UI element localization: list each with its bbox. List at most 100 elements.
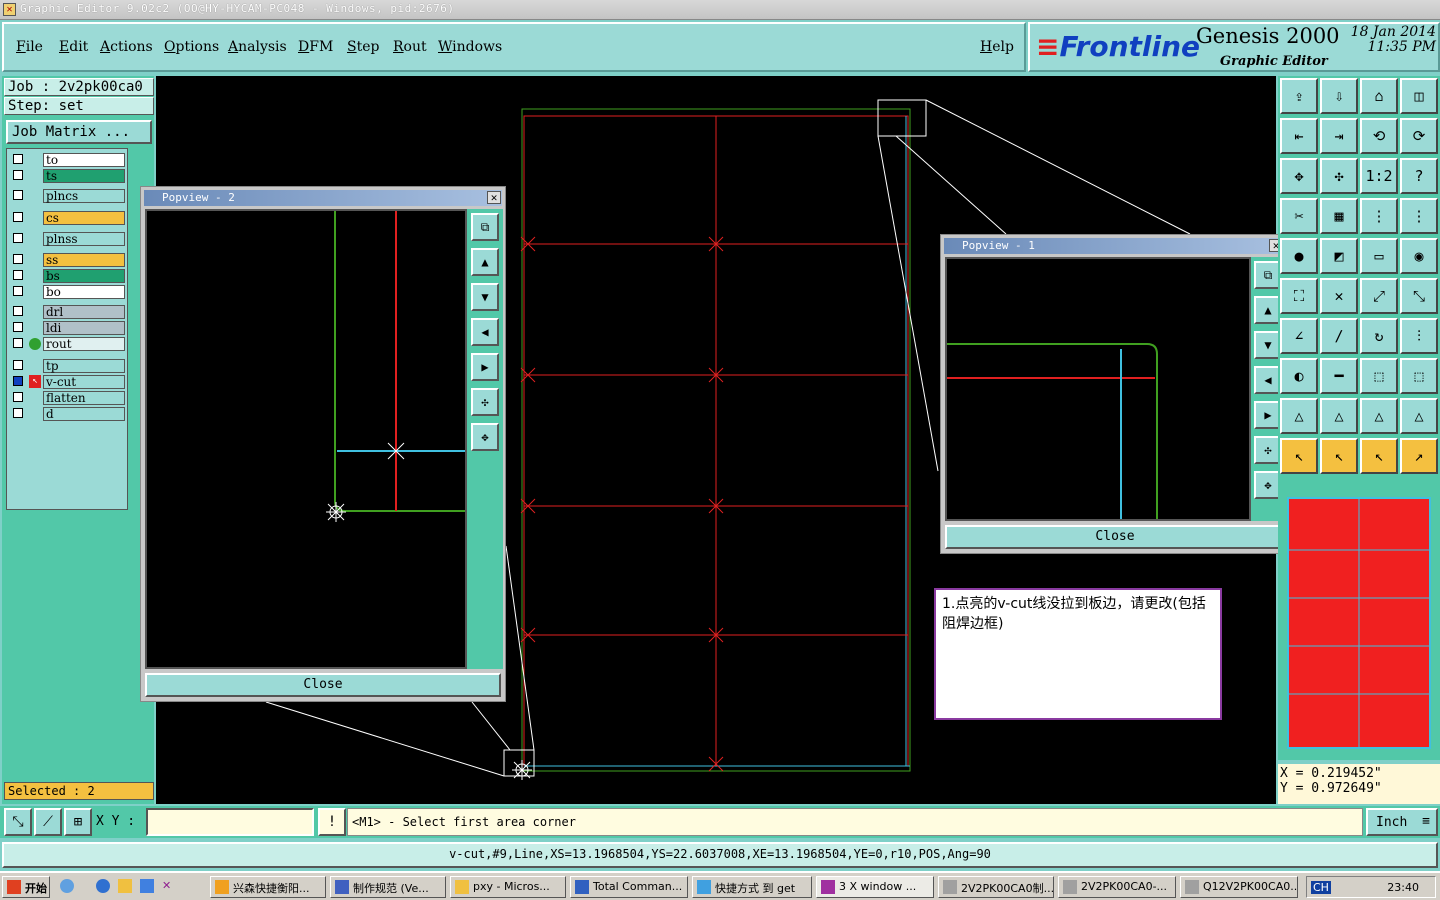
window-icon[interactable]: ◫ xyxy=(1400,78,1438,114)
menu-rout[interactable]: Rout xyxy=(393,39,427,55)
popview-1-window[interactable]: Popview - 1 ✕ ⧉ ▲ ▼ ◀ ▶ ✣ ✥ Close xyxy=(940,234,1288,554)
select-c-icon[interactable]: ↖ xyxy=(1360,438,1398,474)
taskbar-task[interactable]: 兴森快捷衡阳... xyxy=(210,876,326,898)
save-icon[interactable]: ⇩ xyxy=(1320,78,1358,114)
layer-checkbox[interactable] xyxy=(13,322,23,332)
route-icon[interactable]: ↗ xyxy=(1400,438,1438,474)
clock-app-icon[interactable] xyxy=(118,879,132,893)
ruler-icon[interactable]: ▭ xyxy=(1360,238,1398,274)
snap-icon[interactable]: ◐ xyxy=(1280,358,1318,394)
overview-panel[interactable] xyxy=(1278,490,1440,760)
measure-icon[interactable]: ⟋ xyxy=(34,808,62,836)
load-icon[interactable]: ⇪ xyxy=(1280,78,1318,114)
app-icon-2[interactable] xyxy=(140,879,154,893)
taskbar-task[interactable]: 快捷方式 到 get xyxy=(692,876,812,898)
layer-checkbox[interactable] xyxy=(13,338,23,348)
next-icon[interactable]: ⇥ xyxy=(1320,118,1358,154)
menu-dfm[interactable]: DFM xyxy=(298,39,333,55)
tri-a-icon[interactable]: △ xyxy=(1280,398,1318,434)
taskbar-task[interactable]: 2V2PK00CA0-... xyxy=(1058,876,1176,898)
layer-checkbox[interactable] xyxy=(13,392,23,402)
pv2-pan-up-icon[interactable]: ▲ xyxy=(471,248,499,276)
angle-icon[interactable]: ∠ xyxy=(1280,318,1318,354)
redo-icon[interactable]: ⟳ xyxy=(1400,118,1438,154)
layer-row-ss[interactable]: ss xyxy=(9,253,127,267)
popview-2-close-icon[interactable]: ✕ xyxy=(487,191,501,204)
layer-checkbox[interactable] xyxy=(13,306,23,316)
layer-name[interactable]: plncs xyxy=(43,189,125,203)
pv2-zoom-fit-icon[interactable]: ⧉ xyxy=(471,213,499,241)
layer-name[interactable]: ss xyxy=(43,253,125,267)
layer-name[interactable]: rout xyxy=(43,337,125,351)
copy-icon[interactable]: ⤡ xyxy=(1400,278,1438,314)
start-button[interactable]: 开始 xyxy=(2,876,50,898)
cross-icon[interactable]: ✕ xyxy=(1320,278,1358,314)
layer-row-d[interactable]: d xyxy=(9,407,127,421)
layer-row-plncs[interactable]: plncs xyxy=(9,189,127,203)
taskbar-task[interactable]: 2V2PK00CA0制... xyxy=(938,876,1054,898)
layer-name[interactable]: cs xyxy=(43,211,125,225)
dot-icon[interactable]: ◉ xyxy=(1400,238,1438,274)
ie-icon[interactable] xyxy=(96,879,110,893)
taskbar-task[interactable]: 制作规范 (Ve... xyxy=(330,876,446,898)
menu-file[interactable]: File xyxy=(16,39,43,55)
pv2-zoom-out-icon[interactable]: ✥ xyxy=(471,423,499,451)
help-icon[interactable]: ? xyxy=(1400,158,1438,194)
lang-indicator[interactable]: CH xyxy=(1311,881,1331,894)
layer-name[interactable]: ldi xyxy=(43,321,125,335)
layer-row-flatten[interactable]: flatten xyxy=(9,391,127,405)
layer-checkbox[interactable] xyxy=(13,190,23,200)
layer-name[interactable]: plnss xyxy=(43,232,125,246)
layer-checkbox[interactable] xyxy=(13,286,23,296)
menu-actions[interactable]: Actions xyxy=(100,39,153,55)
layer-name[interactable]: d xyxy=(43,407,125,421)
taskbar-task[interactable]: Total Comman... xyxy=(570,876,688,898)
connect-icon[interactable]: ⛶ xyxy=(1280,278,1318,314)
feature-icon[interactable]: ◩ xyxy=(1320,238,1358,274)
taskbar-task[interactable]: Q12V2PK00CA0... xyxy=(1180,876,1298,898)
grid-icon[interactable]: ⊞ xyxy=(64,808,92,836)
prev-icon[interactable]: ⇤ xyxy=(1280,118,1318,154)
scale-icon[interactable]: 1:2 xyxy=(1360,158,1398,194)
layer-checkbox[interactable] xyxy=(13,270,23,280)
tri-d-icon[interactable]: △ xyxy=(1400,398,1438,434)
pad-icon[interactable]: ● xyxy=(1280,238,1318,274)
home-icon[interactable]: ⌂ xyxy=(1360,78,1398,114)
layer-checkbox[interactable] xyxy=(13,254,23,264)
layer-row-cs[interactable]: cs xyxy=(9,211,127,225)
tri-b-icon[interactable]: △ xyxy=(1320,398,1358,434)
pv2-pan-down-icon[interactable]: ▼ xyxy=(471,283,499,311)
popview-1-close-button[interactable]: Close xyxy=(945,525,1285,549)
layer-checkbox[interactable] xyxy=(13,408,23,418)
layer-checkbox[interactable] xyxy=(13,233,23,243)
layer-checkbox[interactable] xyxy=(13,212,23,222)
select-b-icon[interactable]: ↖ xyxy=(1320,438,1358,474)
popview-1-view[interactable] xyxy=(945,257,1251,521)
unit-selector[interactable]: Inch ≡ xyxy=(1366,808,1438,836)
layer-name[interactable]: bo xyxy=(43,285,125,299)
layer-a-icon[interactable]: ⋮ xyxy=(1360,198,1398,234)
menu-step[interactable]: Step xyxy=(347,39,379,55)
layer-row-rout[interactable]: rout xyxy=(9,337,127,351)
xy-input[interactable] xyxy=(146,808,314,836)
layer-b-icon[interactable]: ⋮ xyxy=(1400,198,1438,234)
grid-toggle-icon[interactable]: ▦ xyxy=(1320,198,1358,234)
menu-options[interactable]: Options xyxy=(164,39,219,55)
job-matrix-button[interactable]: Job Matrix ... xyxy=(6,120,152,144)
pv2-pan-right-icon[interactable]: ▶ xyxy=(471,353,499,381)
snap-mode-icon[interactable]: ⤡ xyxy=(4,808,32,836)
zoom-home-icon[interactable]: ✣ xyxy=(1320,158,1358,194)
line-icon[interactable]: ∕ xyxy=(1320,318,1358,354)
pv2-pan-left-icon[interactable]: ◀ xyxy=(471,318,499,346)
cut-icon[interactable]: ✂ xyxy=(1280,198,1318,234)
menu-analysis[interactable]: Analysis xyxy=(228,39,287,55)
layer-name[interactable]: v-cut xyxy=(43,375,125,389)
zoom-fit-icon[interactable]: ✥ xyxy=(1280,158,1318,194)
layer-row-to[interactable]: to xyxy=(9,153,127,167)
layer-row-ts[interactable]: ts xyxy=(9,169,127,183)
layer-name[interactable]: tp xyxy=(43,359,125,373)
layer-row-bo[interactable]: bo xyxy=(9,285,127,299)
popview-2-close-button[interactable]: Close xyxy=(145,673,501,697)
layer-name[interactable]: ts xyxy=(43,169,125,183)
layer-row-plnss[interactable]: plnss xyxy=(9,232,127,246)
